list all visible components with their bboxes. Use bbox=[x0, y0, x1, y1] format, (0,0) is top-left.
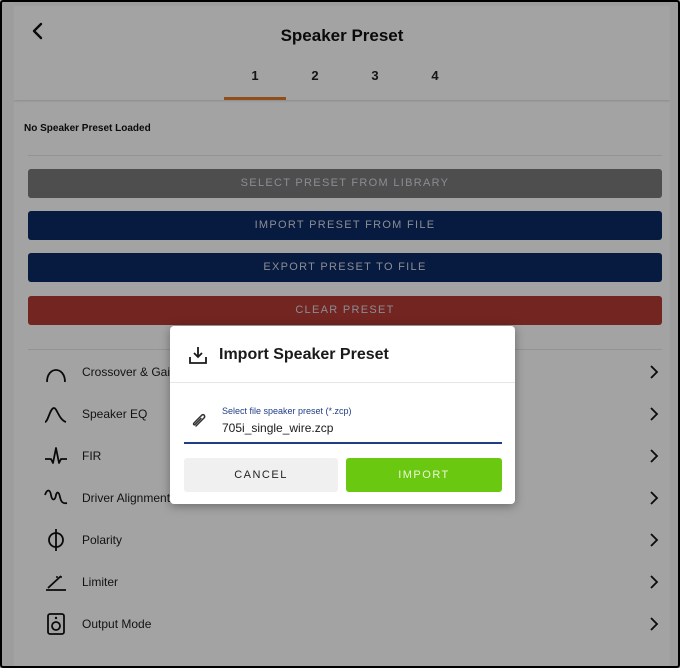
dialog-title: Import Speaker Preset bbox=[219, 346, 389, 363]
download-icon bbox=[189, 347, 207, 364]
import-button[interactable]: IMPORT bbox=[346, 458, 502, 492]
file-field-underline bbox=[184, 442, 502, 444]
paperclip-icon[interactable] bbox=[190, 411, 208, 429]
file-field-input[interactable]: 705i_single_wire.zcp bbox=[222, 421, 333, 435]
cancel-button[interactable]: CANCEL bbox=[184, 458, 338, 492]
file-field-label: Select file speaker preset (*.zcp) bbox=[222, 406, 352, 416]
dialog-divider bbox=[170, 382, 515, 383]
import-preset-dialog: Import Speaker Preset Select file speake… bbox=[170, 326, 515, 504]
